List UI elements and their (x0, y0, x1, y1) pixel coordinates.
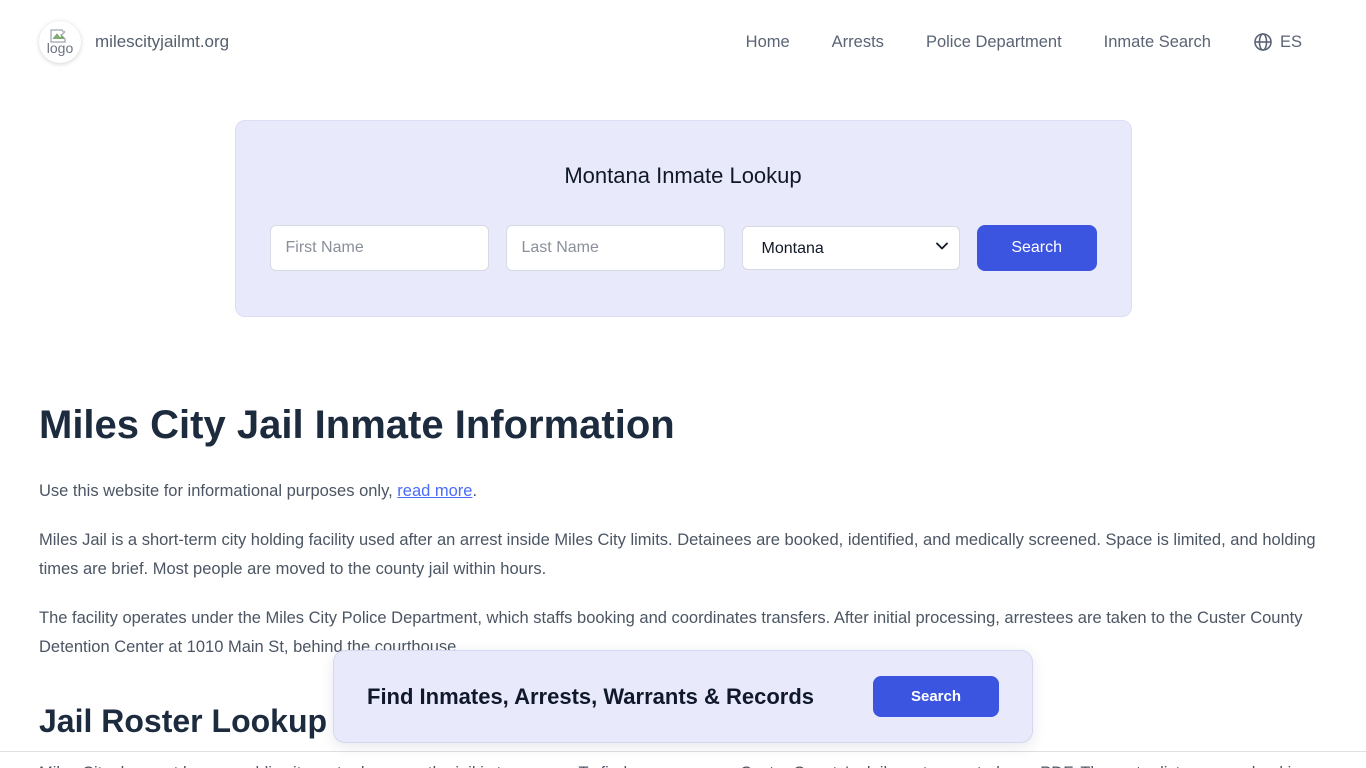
state-select-wrap: Montana (742, 226, 960, 272)
site-logo[interactable]: logo (39, 21, 81, 63)
inmate-lookup-card: Montana Inmate Lookup Montana Search (235, 120, 1132, 317)
nav-police-department[interactable]: Police Department (926, 33, 1062, 52)
disclaimer-suffix: . (472, 482, 477, 500)
state-select[interactable]: Montana (742, 226, 960, 270)
cta-banner: Find Inmates, Arrests, Warrants & Record… (333, 650, 1033, 743)
brand: logo milescityjailmt.org (39, 21, 229, 63)
nav-inmate-search[interactable]: Inmate Search (1104, 33, 1211, 52)
nav-arrests[interactable]: Arrests (832, 33, 884, 52)
lookup-search-button[interactable]: Search (977, 225, 1097, 271)
site-name[interactable]: milescityjailmt.org (95, 32, 229, 52)
last-name-input[interactable] (506, 225, 725, 271)
roster-paragraph: Miles City does not keep a public city r… (39, 759, 1327, 768)
disclaimer-prefix: Use this website for informational purpo… (39, 482, 397, 500)
facility-description-paragraph: Miles Jail is a short-term city holding … (39, 526, 1327, 584)
language-switcher[interactable]: ES (1253, 32, 1302, 52)
cta-heading: Find Inmates, Arrests, Warrants & Record… (367, 684, 814, 710)
language-label: ES (1280, 33, 1302, 52)
cta-search-button[interactable]: Search (873, 676, 999, 717)
globe-icon (1253, 32, 1273, 52)
page-title: Miles City Jail Inmate Information (39, 403, 1327, 447)
first-name-input[interactable] (270, 225, 489, 271)
lookup-card-title: Montana Inmate Lookup (270, 163, 1097, 189)
main-nav: Home Arrests Police Department Inmate Se… (746, 32, 1302, 52)
section-divider (0, 751, 1366, 752)
lookup-fields-row: Montana Search (270, 225, 1097, 272)
disclaimer-text: Use this website for informational purpo… (39, 477, 1327, 506)
logo-alt-text: logo (47, 41, 73, 55)
nav-home[interactable]: Home (746, 33, 790, 52)
site-header: logo milescityjailmt.org Home Arrests Po… (0, 0, 1366, 84)
read-more-link[interactable]: read more (397, 482, 472, 500)
